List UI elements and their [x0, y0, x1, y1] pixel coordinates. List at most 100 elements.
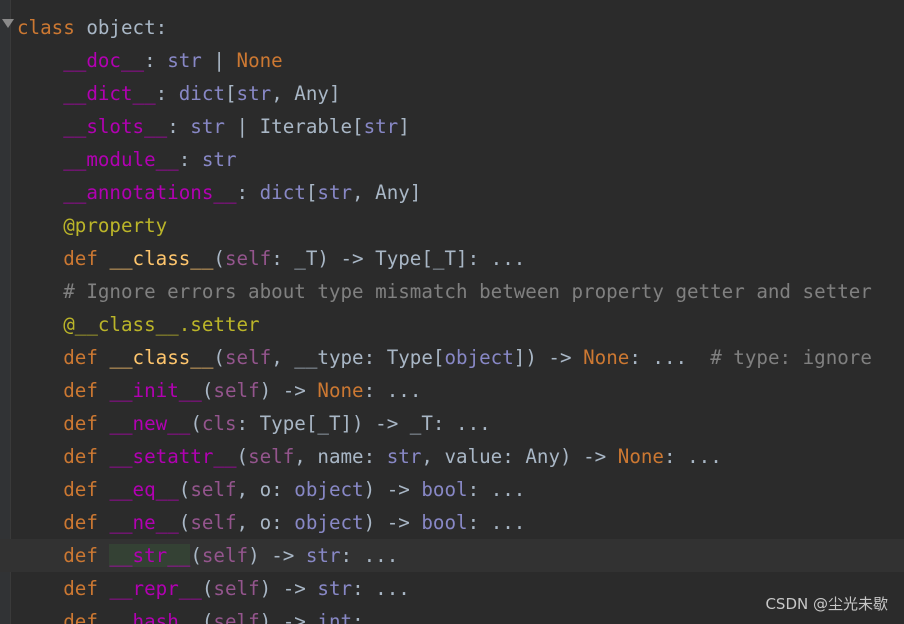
code-token: : ... — [663, 445, 722, 468]
code-token: str — [386, 445, 422, 468]
code-line[interactable]: def __init__(self) -> None: ... — [17, 374, 904, 407]
code-token: ( — [201, 577, 214, 600]
code-token: def — [63, 478, 110, 501]
code-token: ( — [236, 445, 249, 468]
code-line[interactable]: def __ne__(self, o: object) -> bool: ... — [17, 506, 904, 539]
code-token: , Any] — [271, 82, 341, 105]
code-token: ) -> — [363, 511, 422, 534]
code-token: bool — [421, 478, 468, 501]
code-token: __hash__ — [109, 610, 202, 624]
code-line[interactable]: def __eq__(self, o: object) -> bool: ... — [17, 473, 904, 506]
code-token: : Type[_T]) -> _T: ... — [236, 412, 491, 435]
code-token: ) -> — [259, 577, 318, 600]
code-token: __eq__ — [109, 478, 179, 501]
code-token: str — [317, 577, 353, 600]
code-token: str — [201, 148, 237, 171]
code-token: , Any] — [352, 181, 422, 204]
code-token: def — [63, 379, 110, 402]
code-token: object: — [86, 16, 168, 39]
code-token: @__class__.setter — [63, 313, 260, 336]
code-token: __class__ — [109, 346, 214, 369]
code-token: __annotations__ — [63, 181, 237, 204]
code-token: self — [201, 544, 249, 567]
code-token: : — [236, 181, 260, 204]
fold-icon[interactable] — [2, 19, 14, 28]
code-token: def — [63, 346, 110, 369]
code-token: ( — [213, 346, 225, 369]
code-token: str — [317, 181, 353, 204]
code-token: : ... — [629, 346, 711, 369]
code-line[interactable]: def __new__(cls: Type[_T]) -> _T: ... — [17, 407, 904, 440]
code-token: : ... — [467, 511, 526, 534]
code-line[interactable]: __dict__: dict[str, Any] — [17, 77, 904, 110]
code-token: ( — [178, 478, 191, 501]
code-token: self — [213, 610, 260, 624]
code-token: : — [178, 148, 202, 171]
code-token: self — [213, 379, 260, 402]
code-token: : ... — [340, 544, 399, 567]
code-token: __new__ — [109, 412, 191, 435]
code-token: : ... — [352, 610, 410, 624]
code-token: str — [305, 544, 341, 567]
code-token: None — [317, 379, 364, 402]
code-token: [ — [305, 181, 318, 204]
code-area[interactable]: class object: __doc__: str | None __dict… — [0, 11, 904, 624]
code-token: None — [617, 445, 664, 468]
code-token: ) -> — [259, 379, 318, 402]
code-line[interactable]: def __str__(self) -> str: ... — [0, 539, 904, 572]
code-line[interactable]: __slots__: str | Iterable[str] — [17, 110, 904, 143]
code-token: [ — [224, 82, 237, 105]
code-token: ) -> — [248, 544, 306, 567]
code-line[interactable]: def __class__(self, __type: Type[object]… — [17, 341, 904, 374]
code-line[interactable]: __doc__: str | None — [17, 44, 904, 77]
code-line[interactable]: def __class__(self: _T) -> Type[_T]: ... — [17, 242, 904, 275]
code-token: int — [317, 610, 353, 624]
code-line[interactable]: @__class__.setter — [17, 308, 904, 341]
code-line[interactable]: @property — [17, 209, 904, 242]
code-token: __ne__ — [109, 511, 179, 534]
code-token: self — [248, 445, 295, 468]
code-token: self — [190, 511, 237, 534]
code-token: ) -> — [259, 610, 318, 624]
code-token: None — [236, 49, 283, 72]
code-token: ( — [213, 247, 225, 270]
code-line[interactable]: # Ignore errors about type mismatch betw… — [17, 275, 904, 308]
code-line[interactable]: __annotations__: dict[str, Any] — [17, 176, 904, 209]
code-token: def — [63, 511, 110, 534]
code-token: self — [213, 577, 260, 600]
code-token: __setattr__ — [109, 445, 237, 468]
code-token: __init__ — [109, 379, 202, 402]
code-editor[interactable]: class object: __doc__: str | None __dict… — [0, 0, 904, 624]
code-token: | — [201, 49, 237, 72]
code-line[interactable]: def __setattr__(self, name: str, value: … — [17, 440, 904, 473]
code-token: : _T) -> Type[_T]: ... — [271, 247, 526, 270]
code-token: ( — [178, 511, 191, 534]
code-token: class — [17, 16, 87, 39]
code-token: ( — [201, 379, 214, 402]
code-token: def — [63, 247, 110, 270]
code-token: , o: — [236, 511, 295, 534]
code-line[interactable]: class object: — [17, 11, 904, 44]
code-token: : ... — [363, 379, 422, 402]
code-token: __repr__ — [109, 577, 202, 600]
code-line[interactable]: __module__: str — [17, 143, 904, 176]
code-token: | Iterable[ — [224, 115, 364, 138]
code-token: str — [236, 82, 272, 105]
code-token: __module__ — [63, 148, 179, 171]
code-token: # type: ignore — [710, 346, 872, 369]
code-token: def — [63, 445, 110, 468]
code-token: ] — [398, 115, 410, 138]
code-token: self — [224, 247, 272, 270]
code-token: : — [167, 115, 191, 138]
code-token: self — [224, 346, 272, 369]
editor-gutter — [0, 0, 14, 624]
code-token: str — [167, 49, 202, 72]
